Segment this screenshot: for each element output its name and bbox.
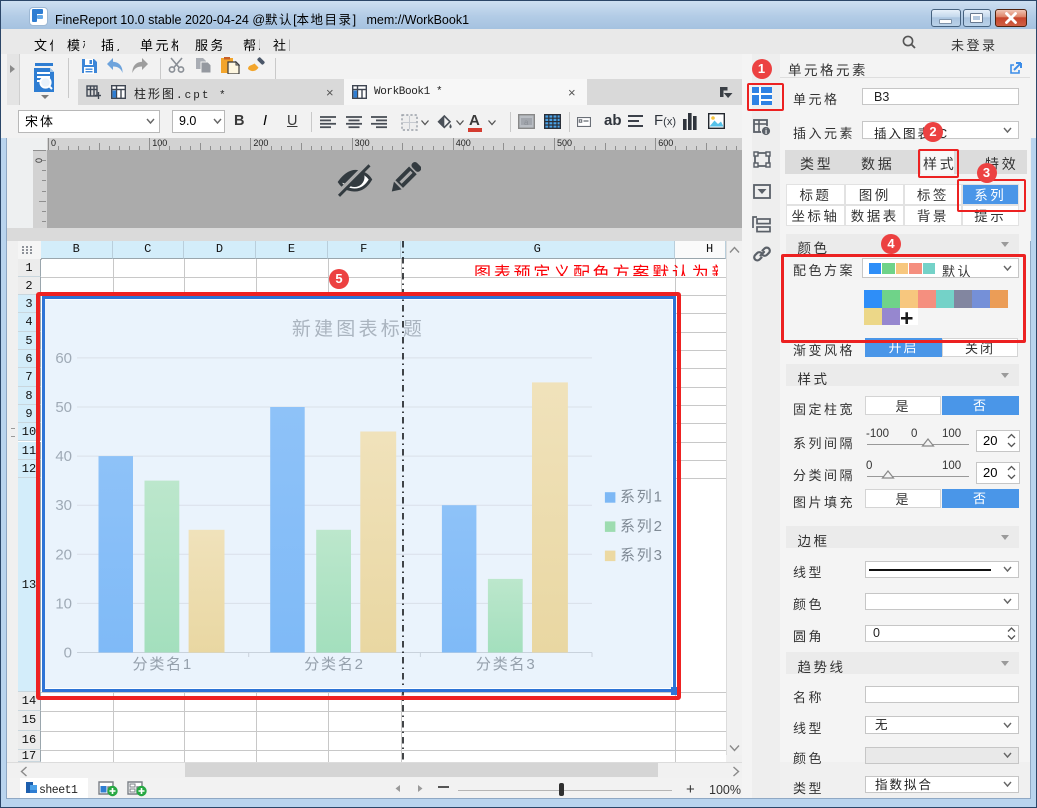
svg-text:a: a: [524, 118, 529, 127]
svg-text:i: i: [765, 127, 767, 136]
